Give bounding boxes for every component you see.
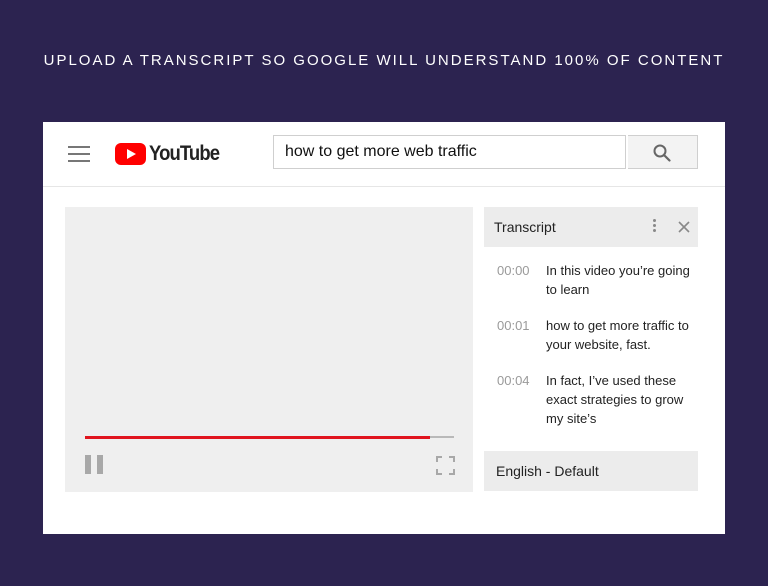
transcript-timestamp: 00:04 (497, 373, 530, 388)
transcript-text: how to get more traffic to your website,… (546, 318, 689, 352)
language-label: English - Default (496, 463, 599, 479)
search-icon (653, 144, 671, 162)
youtube-logo[interactable]: YouTube (115, 140, 229, 168)
top-bar: YouTube how to get more web traffic (43, 122, 725, 187)
menu-icon[interactable] (68, 146, 90, 163)
page-headline: UPLOAD A TRANSCRIPT SO GOOGLE WILL UNDER… (43, 52, 725, 69)
progress-bar[interactable] (85, 435, 454, 439)
transcript-timestamp: 00:01 (497, 318, 530, 333)
transcript-header: Transcript (484, 207, 698, 247)
language-selector[interactable]: English - Default (484, 451, 698, 491)
video-player[interactable] (65, 207, 473, 492)
transcript-text: In fact, I’ve used these exact strategie… (546, 373, 684, 426)
transcript-text: In this video you’re going to learn (546, 263, 690, 297)
transcript-panel: Transcript 00:00 In this video you’re go… (484, 207, 698, 492)
close-icon[interactable] (676, 219, 692, 235)
logo-text: YouTube (149, 142, 220, 165)
fullscreen-icon[interactable] (436, 456, 455, 475)
more-options-icon[interactable] (648, 219, 660, 235)
youtube-window: YouTube how to get more web traffic Tran… (43, 122, 725, 534)
transcript-title: Transcript (494, 219, 556, 235)
pause-button[interactable] (85, 455, 105, 474)
progress-fill (85, 435, 430, 439)
play-logo-icon (115, 143, 146, 165)
transcript-timestamp: 00:00 (497, 263, 530, 278)
search-input[interactable]: how to get more web traffic (273, 135, 626, 169)
search-button[interactable] (628, 135, 698, 169)
